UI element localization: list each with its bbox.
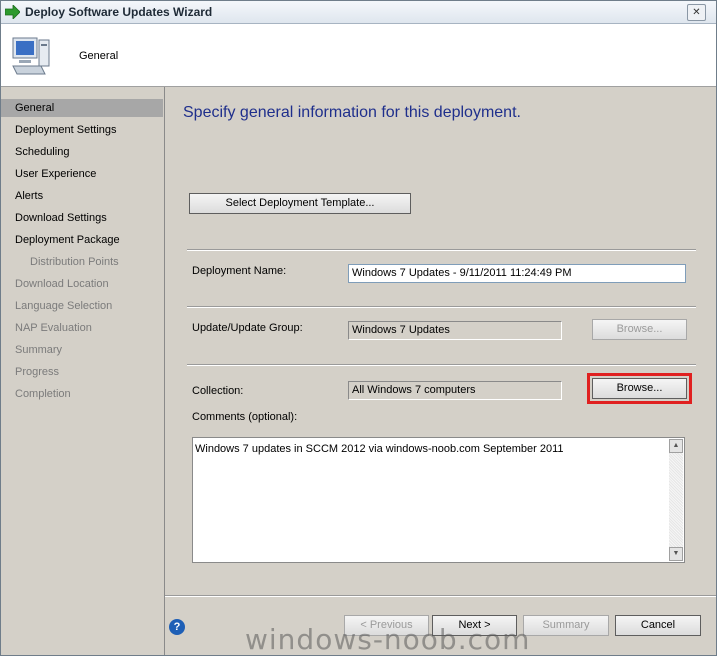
scroll-up-icon[interactable]: ▲	[669, 439, 683, 453]
comments-textarea[interactable]: Windows 7 updates in SCCM 2012 via windo…	[192, 437, 685, 563]
deployment-name-label: Deployment Name:	[192, 265, 287, 277]
footer-divider	[165, 595, 716, 597]
collection-label: Collection:	[192, 385, 244, 397]
sidebar-item-nap-evaluation: NAP Evaluation	[15, 322, 92, 334]
wizard-sidebar: General Deployment Settings Scheduling U…	[1, 87, 165, 655]
page-title: General	[79, 50, 119, 62]
cancel-button[interactable]: Cancel	[615, 615, 701, 636]
comments-text: Windows 7 updates in SCCM 2012 via windo…	[195, 443, 564, 455]
sidebar-item-deployment-settings[interactable]: Deployment Settings	[1, 121, 163, 139]
browse-collection-button[interactable]: Browse...	[592, 378, 687, 399]
sidebar-item-progress: Progress	[15, 366, 60, 378]
sidebar-item-completion: Completion	[15, 388, 71, 400]
scroll-down-icon[interactable]: ▼	[669, 547, 683, 561]
comments-label: Comments (optional):	[192, 411, 298, 423]
collection-field: All Windows 7 computers	[348, 381, 562, 400]
deployment-name-field[interactable]: Windows 7 Updates - 9/11/2011 11:24:49 P…	[348, 264, 686, 283]
sidebar-item-download-settings[interactable]: Download Settings	[1, 209, 163, 227]
divider	[187, 364, 696, 366]
help-icon[interactable]: ?	[169, 619, 185, 635]
divider	[187, 249, 696, 251]
sidebar-item-language-selection: Language Selection	[15, 300, 113, 312]
computer-icon	[12, 37, 50, 75]
sidebar-item-alerts[interactable]: Alerts	[1, 187, 163, 205]
select-template-button[interactable]: Select Deployment Template...	[189, 193, 411, 214]
sidebar-item-download-location: Download Location	[15, 278, 109, 290]
browse-update-button: Browse...	[592, 319, 687, 340]
sidebar-item-scheduling[interactable]: Scheduling	[1, 143, 163, 161]
wizard-arrow-icon	[5, 5, 20, 19]
comments-scrollbar[interactable]: ▲ ▼	[669, 439, 683, 561]
sidebar-item-summary: Summary	[15, 344, 63, 356]
sidebar-item-general[interactable]: General	[1, 99, 163, 117]
divider	[187, 306, 696, 308]
close-button[interactable]: ✕	[687, 4, 706, 21]
summary-button: Summary	[523, 615, 609, 636]
update-group-label: Update/Update Group:	[192, 322, 303, 334]
wizard-window: Deploy Software Updates Wizard ✕ General…	[0, 0, 717, 656]
sidebar-item-user-experience[interactable]: User Experience	[1, 165, 163, 183]
page-heading: Specify general information for this dep…	[183, 104, 521, 121]
sidebar-item-distribution-points: Distribution Points	[30, 256, 119, 268]
update-group-field: Windows 7 Updates	[348, 321, 562, 340]
sidebar-item-deployment-package[interactable]: Deployment Package	[1, 231, 163, 249]
watermark-text: windows-noob.com	[245, 623, 531, 656]
window-title: Deploy Software Updates Wizard	[25, 5, 213, 19]
wizard-header: General	[1, 24, 716, 87]
wizard-content: Specify general information for this dep…	[165, 87, 716, 655]
title-bar: Deploy Software Updates Wizard ✕	[1, 1, 716, 24]
